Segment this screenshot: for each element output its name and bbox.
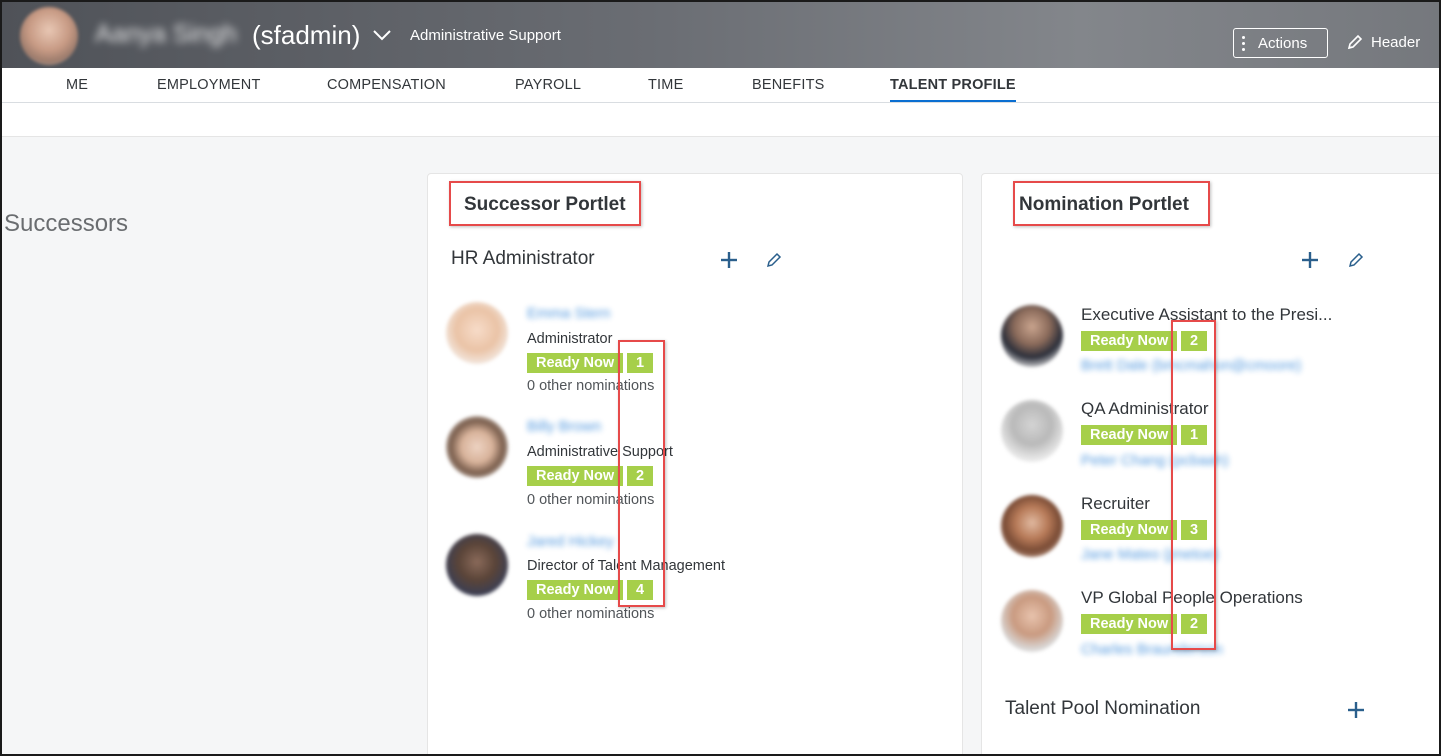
successor-photo	[446, 534, 508, 596]
tab-benefits[interactable]: BENEFITS	[752, 77, 825, 93]
pencil-icon	[766, 252, 782, 268]
tab-employment[interactable]: EMPLOYMENT	[157, 77, 261, 93]
position-incumbent-photo	[1001, 305, 1063, 367]
actions-button[interactable]: Actions	[1233, 28, 1328, 58]
highlight-box	[449, 181, 641, 226]
successor-photo	[446, 416, 508, 478]
tab-payroll[interactable]: PAYROLL	[515, 77, 581, 93]
position-incumbent-photo	[1001, 495, 1063, 557]
highlight-box	[618, 340, 665, 607]
profile-header: Aanya Singh (sfadmin) Administrative Sup…	[0, 0, 1441, 68]
successor-name-link[interactable]: Emma Stern	[527, 305, 610, 322]
successor-name-link[interactable]: Jared Hickey	[527, 533, 614, 550]
sub-header-strip	[2, 103, 1439, 137]
position-title: HR Administrator	[451, 248, 595, 269]
other-nominations: 0 other nominations	[527, 606, 655, 622]
header-edit-button[interactable]: Header	[1346, 33, 1420, 51]
user-avatar[interactable]	[20, 7, 78, 65]
highlight-box	[1171, 320, 1216, 650]
actions-label: Actions	[1258, 34, 1308, 52]
tab-talent-profile[interactable]: TALENT PROFILE	[890, 77, 1016, 102]
readiness-badge: Ready Now	[1081, 614, 1178, 634]
position-incumbent-photo	[1001, 590, 1063, 652]
talent-pool-nomination-title: Talent Pool Nomination	[1005, 698, 1201, 719]
add-nomination-button[interactable]	[1298, 248, 1322, 272]
chevron-down-icon[interactable]	[372, 28, 392, 42]
user-id: (sfadmin)	[252, 20, 361, 50]
readiness-badge: Ready Now	[527, 353, 624, 373]
plus-icon	[721, 252, 737, 268]
position-incumbent-photo	[1001, 400, 1063, 462]
add-talent-pool-button[interactable]	[1344, 698, 1368, 722]
tab-time[interactable]: TIME	[648, 77, 683, 93]
nominated-position-title[interactable]: Recruiter	[1081, 494, 1150, 514]
successor-photo	[446, 302, 508, 364]
edit-nominations-button[interactable]	[1344, 248, 1368, 272]
pencil-icon	[1348, 252, 1364, 268]
readiness-badge: Ready Now	[1081, 520, 1178, 540]
tab-compensation[interactable]: COMPENSATION	[327, 77, 446, 93]
user-name: Aanya Singh	[95, 20, 237, 48]
highlight-box	[1013, 181, 1210, 226]
pencil-icon	[1347, 34, 1363, 50]
plus-icon	[1302, 252, 1318, 268]
successor-name-link[interactable]: Billy Brown	[527, 418, 601, 435]
successor-job-title: Administrator	[527, 331, 613, 347]
readiness-badge: Ready Now	[1081, 331, 1178, 351]
readiness-badge: Ready Now	[527, 466, 624, 486]
readiness-badge: Ready Now	[1081, 425, 1178, 445]
more-vertical-icon	[1242, 35, 1245, 51]
plus-icon	[1348, 702, 1364, 718]
readiness-badge: Ready Now	[527, 580, 624, 600]
header-label: Header	[1371, 33, 1421, 51]
user-role: Administrative Support	[410, 27, 561, 44]
section-title: Successors	[4, 210, 129, 237]
tab-me[interactable]: ME	[66, 77, 88, 93]
edit-successors-button[interactable]	[762, 248, 786, 272]
add-successor-button[interactable]	[717, 248, 741, 272]
tab-bar: ME EMPLOYMENT COMPENSATION PAYROLL TIME …	[2, 68, 1439, 103]
